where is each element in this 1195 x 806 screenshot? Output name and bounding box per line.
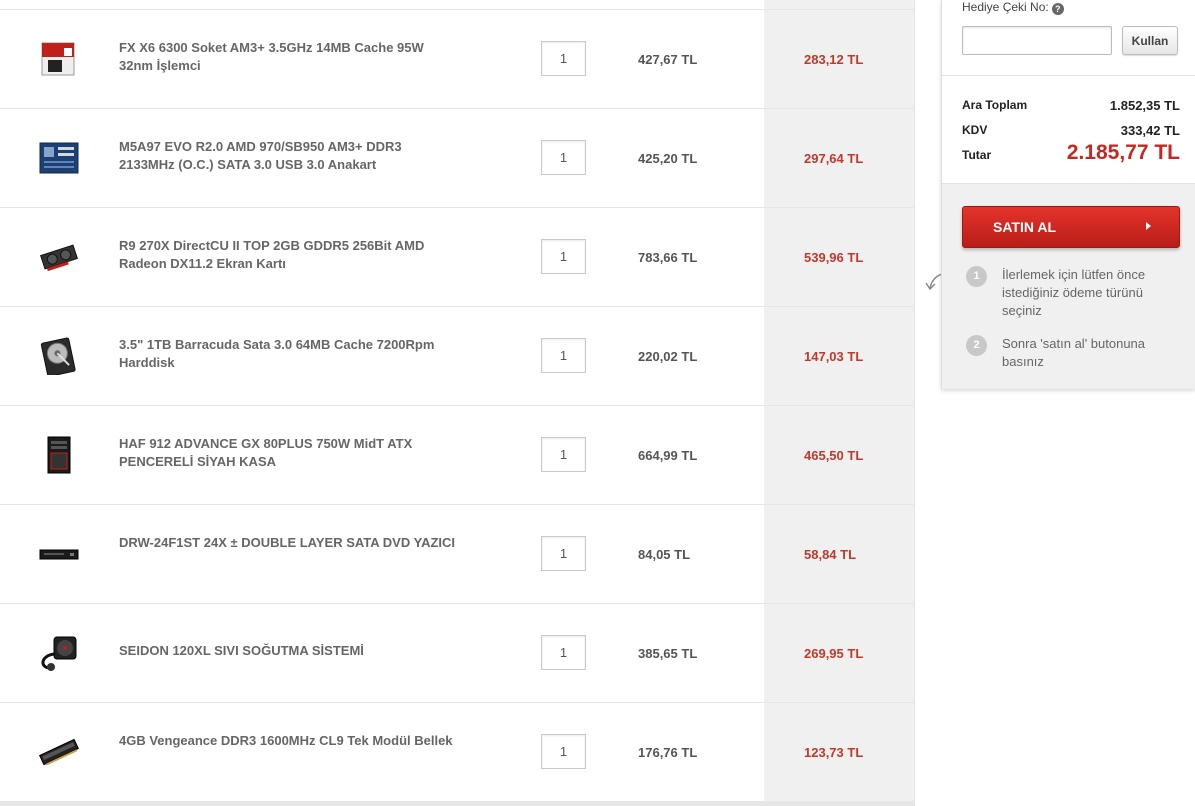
table-row: 3.5" 1TB Barracuda Sata 3.0 64MB Cache 7… — [0, 307, 914, 406]
quantity-input[interactable] — [541, 734, 586, 769]
discount-price: 58,84 TL — [804, 547, 857, 562]
gift-voucher-label: Hediye Çeki No:? — [962, 0, 1064, 15]
table-row: SEIDON 120XL SIVI SOĞUTMA SİSTEMİ 385,65… — [0, 604, 914, 703]
ram-module-icon — [39, 738, 79, 766]
help-icon[interactable]: ? — [1051, 3, 1064, 15]
pc-case-icon — [47, 436, 71, 474]
vat-label: KDV — [962, 123, 988, 137]
header-fragment: ’ ’ — [822, 0, 831, 6]
discount-price: 269,95 TL — [804, 646, 864, 661]
product-name[interactable]: M5A97 EVO R2.0 AMD 970/SB950 AM3+ DDR3 2… — [119, 138, 459, 174]
unit-price: 425,20 TL — [638, 151, 698, 166]
table-row: DRW-24F1ST 24X ± DOUBLE LAYER SATA DVD Y… — [0, 505, 914, 604]
gift-voucher-input[interactable] — [962, 26, 1112, 55]
product-name[interactable]: HAF 912 ADVANCE GX 80PLUS 750W MidT ATX … — [119, 435, 459, 471]
subtotal-value: 1.852,35 TL — [1109, 98, 1180, 113]
unit-price: 664,99 TL — [638, 448, 698, 463]
order-summary-panel: Hediye Çeki No:? Kullan Ara Toplam 1.852… — [941, 0, 1195, 389]
liquid-cooler-icon — [41, 636, 77, 671]
discount-price: 539,96 TL — [804, 250, 864, 265]
step-text: İlerlemek için lütfen önce istediğiniz ö… — [1002, 267, 1146, 318]
table-row: R9 270X DirectCU II TOP 2GB GDDR5 256Bit… — [0, 208, 914, 307]
product-name[interactable]: R9 270X DirectCU II TOP 2GB GDDR5 256Bit… — [119, 237, 459, 273]
table-header-strip: ’ ’ ’ — [0, 0, 914, 10]
quantity-input[interactable] — [541, 140, 586, 175]
unit-price: 176,76 TL — [638, 745, 698, 760]
table-row: FX X6 6300 Soket AM3+ 3.5GHz 14MB Cache … — [0, 10, 914, 109]
table-row: 4GB Vengeance DDR3 1600MHz CL9 Tek Modül… — [0, 703, 914, 802]
discount-price: 123,73 TL — [804, 745, 864, 760]
total-value: 2.185,77 TL — [1066, 141, 1180, 164]
subtotal-label: Ara Toplam — [962, 98, 1028, 112]
step-number: 1 — [966, 266, 987, 287]
unit-price: 427,67 TL — [638, 52, 698, 67]
discount-price: 465,50 TL — [804, 448, 864, 463]
discount-price: 147,03 TL — [804, 349, 864, 364]
unit-price: 220,02 TL — [638, 349, 698, 364]
divider — [942, 75, 1195, 76]
hard-disk-icon — [40, 337, 76, 375]
product-name[interactable]: DRW-24F1ST 24X ± DOUBLE LAYER SATA DVD Y… — [119, 534, 459, 552]
quantity-input[interactable] — [541, 338, 586, 373]
play-arrow-icon — [1146, 222, 1151, 230]
product-name[interactable]: 3.5" 1TB Barracuda Sata 3.0 64MB Cache 7… — [119, 336, 459, 372]
step-number: 2 — [966, 335, 987, 356]
table-row: M5A97 EVO R2.0 AMD 970/SB950 AM3+ DDR3 2… — [0, 109, 914, 208]
table-row: HAF 912 ADVANCE GX 80PLUS 750W MidT ATX … — [0, 406, 914, 505]
quantity-input[interactable] — [541, 437, 586, 472]
cpu-box-icon — [41, 42, 75, 76]
unit-price: 385,65 TL — [638, 646, 698, 661]
unit-price: 84,05 TL — [638, 547, 691, 562]
total-label: Tutar — [962, 148, 992, 162]
buy-button[interactable]: SATIN AL — [962, 206, 1180, 248]
product-name[interactable]: 4GB Vengeance DDR3 1600MHz CL9 Tek Modül… — [119, 732, 459, 750]
product-name[interactable]: SEIDON 120XL SIVI SOĞUTMA SİSTEMİ — [119, 642, 459, 660]
table-bottom-edge — [0, 802, 914, 806]
gift-voucher-label-text: Hediye Çeki No: — [962, 0, 1049, 14]
header-fragment: ’ — [650, 0, 653, 6]
quantity-input[interactable] — [541, 635, 586, 670]
discount-price: 283,12 TL — [804, 52, 864, 67]
cart-rows: FX X6 6300 Soket AM3+ 3.5GHz 14MB Cache … — [0, 10, 914, 802]
quantity-input[interactable] — [541, 536, 586, 571]
step-text: Sonra 'satın al' butonuna basınız — [1002, 336, 1146, 369]
quantity-input[interactable] — [541, 239, 586, 274]
unit-price: 783,66 TL — [638, 250, 698, 265]
motherboard-icon — [39, 142, 79, 174]
buy-button-label: SATIN AL — [993, 219, 1056, 235]
product-name[interactable]: FX X6 6300 Soket AM3+ 3.5GHz 14MB Cache … — [119, 39, 459, 75]
dvd-drive-icon — [39, 549, 79, 560]
use-voucher-button[interactable]: Kullan — [1122, 26, 1178, 55]
quantity-input[interactable] — [541, 41, 586, 76]
cart-table: ’ ’ ’ FX X6 6300 Soket AM3+ 3.5GHz 14MB … — [0, 0, 915, 806]
graphics-card-icon — [40, 244, 78, 272]
discount-price: 297,64 TL — [804, 151, 864, 166]
vat-value: 333,42 TL — [1120, 123, 1180, 138]
